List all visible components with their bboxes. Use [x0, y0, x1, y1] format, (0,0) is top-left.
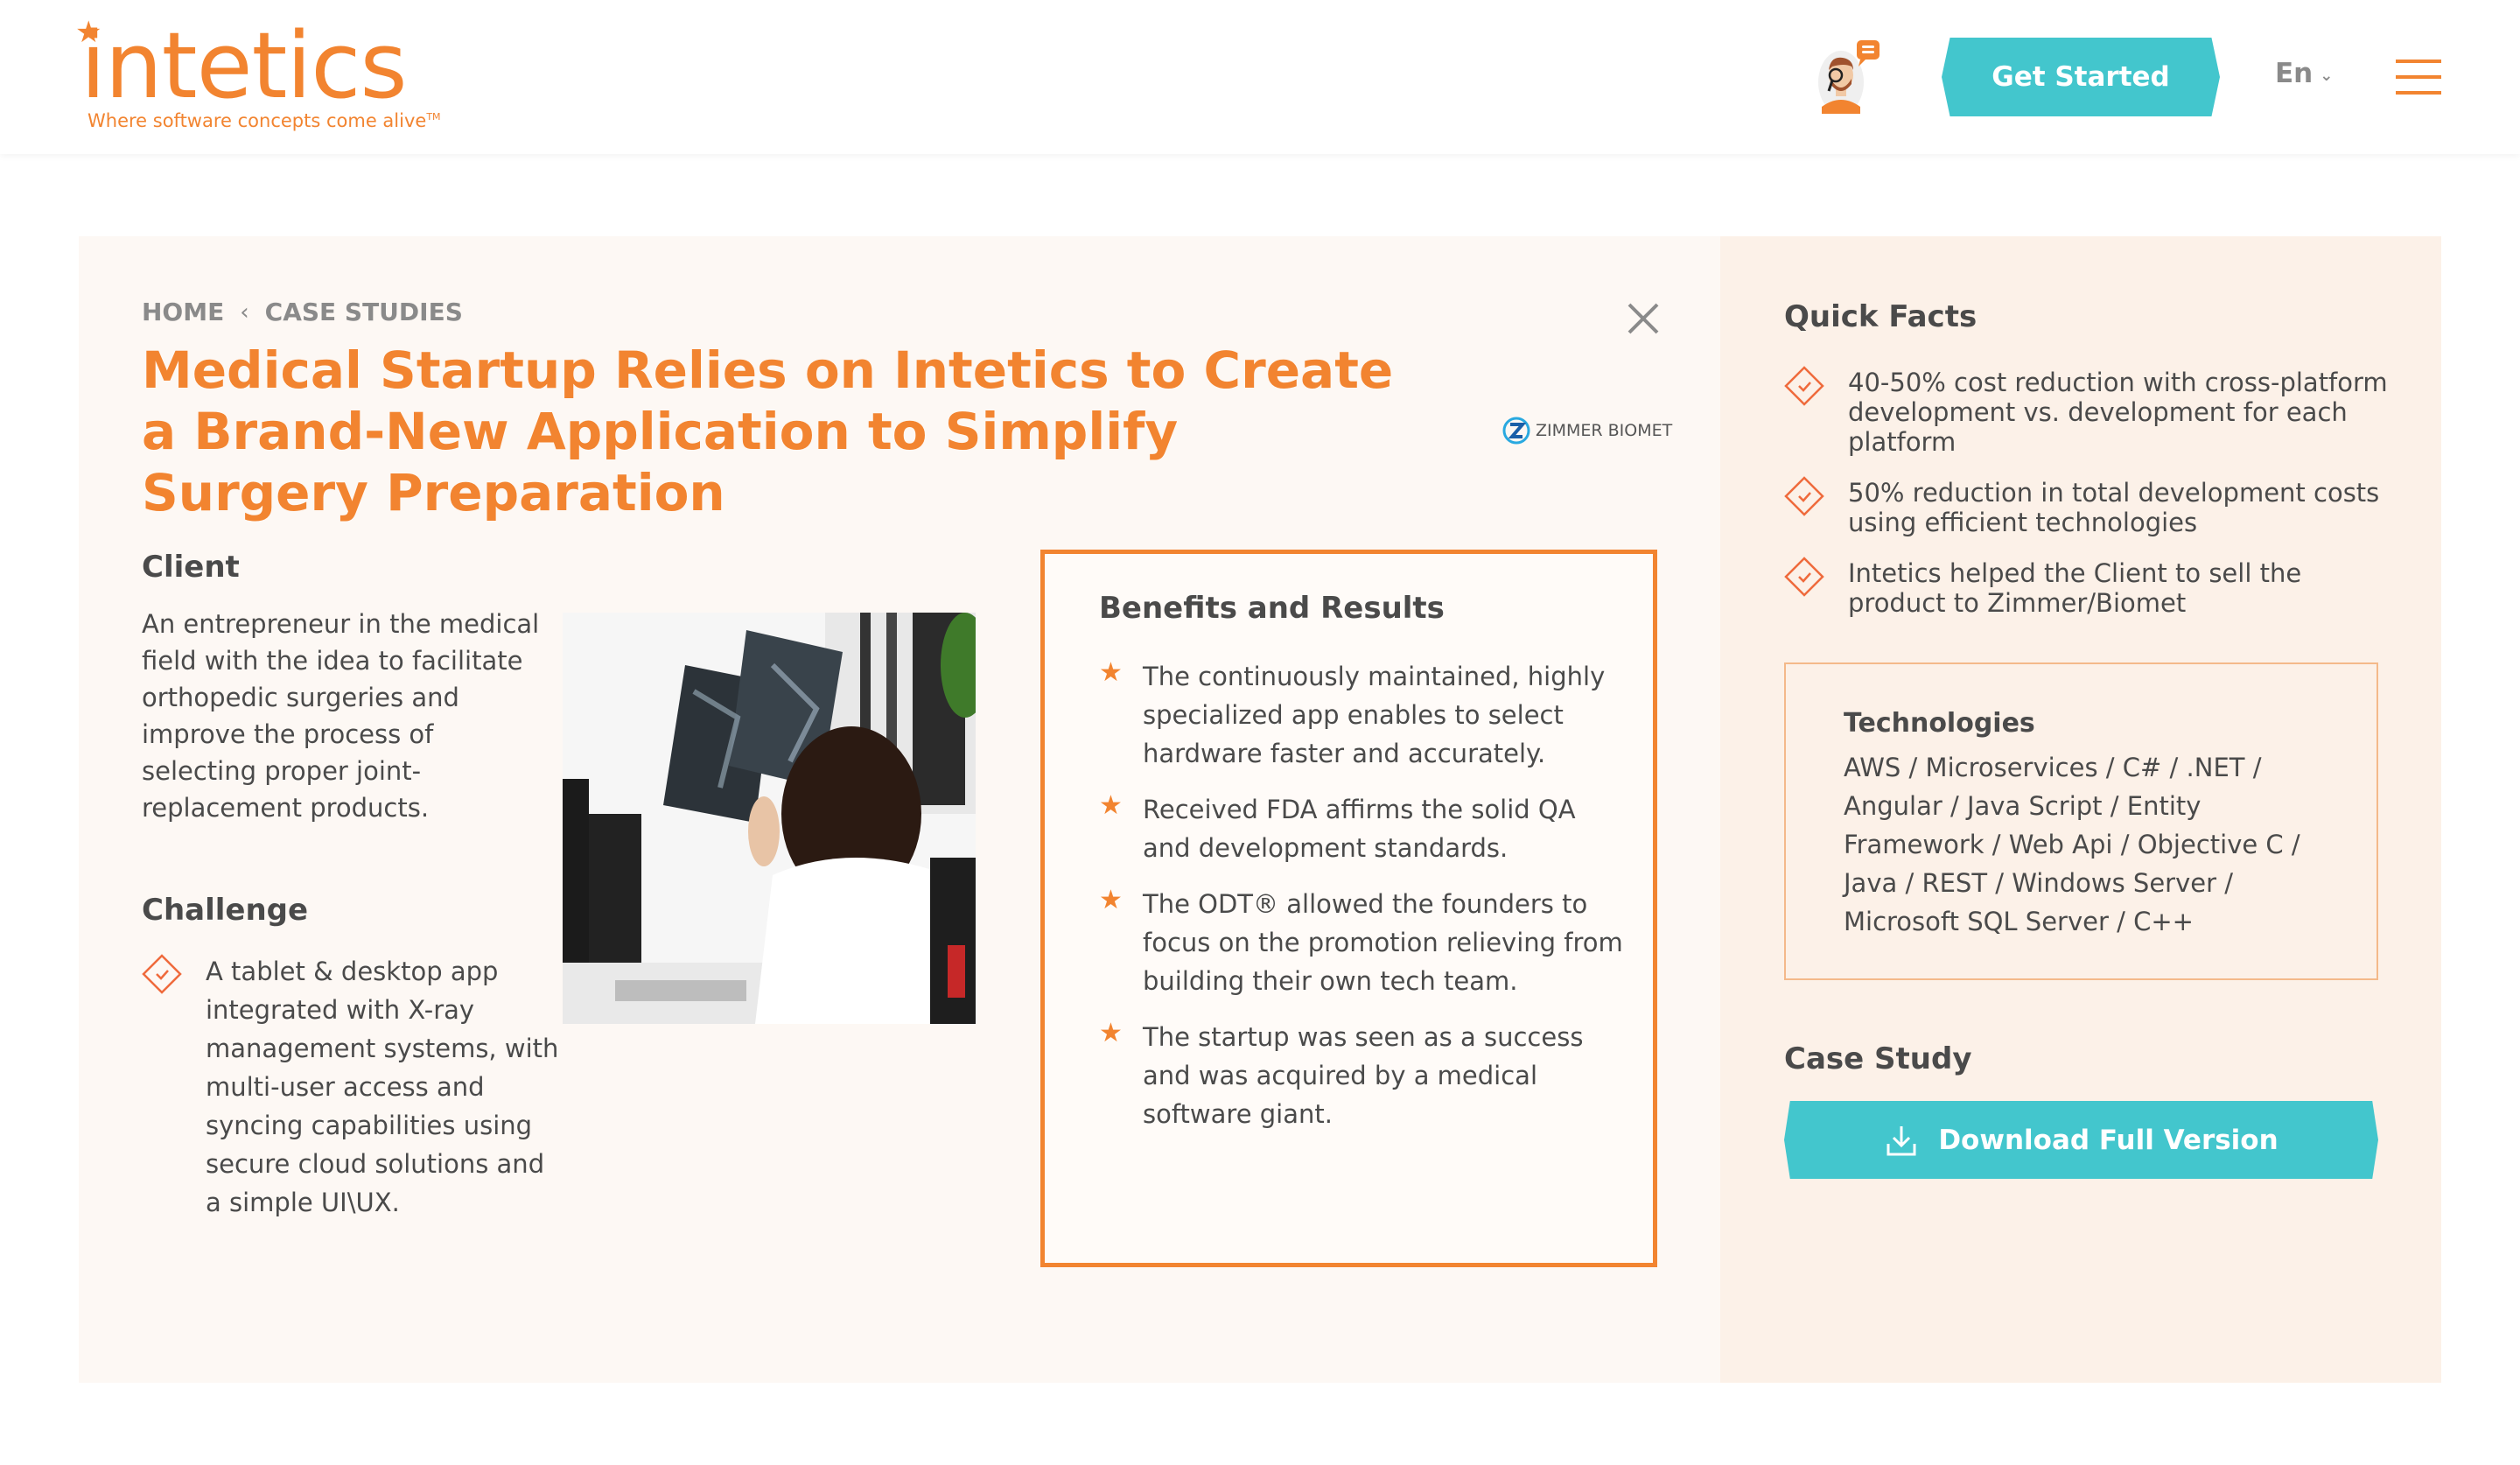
logo-tagline: Where software concepts come aliveTM [88, 110, 441, 131]
benefit-item-text: The ODT® allowed the founders to focus o… [1143, 889, 1623, 996]
challenge-list: A tablet & desktop app integrated with X… [142, 952, 562, 1222]
menu-button[interactable] [2396, 60, 2441, 95]
technologies-list: AWS / Microservices / C# / .NET / Angula… [1844, 753, 2300, 936]
diamond-check-icon [1784, 476, 1824, 516]
star-icon: ★ [1099, 885, 1123, 915]
diamond-check-icon [1784, 557, 1824, 597]
zimmer-biomet-logo-icon [1502, 417, 1530, 445]
challenge-heading: Challenge [142, 893, 309, 928]
intetics-logo[interactable]: ★ intetics Where software concepts come … [75, 12, 448, 140]
quick-facts-list: 40-50% cost reduction with cross-platfor… [1784, 366, 2397, 639]
quick-fact-text: 40-50% cost reduction with cross-platfor… [1848, 368, 2388, 457]
star-icon: ★ [1099, 657, 1123, 688]
close-icon [1628, 303, 1659, 334]
chevron-left-icon: ‹ [240, 298, 249, 326]
challenge-item: A tablet & desktop app integrated with X… [142, 952, 562, 1222]
hamburger-line [2396, 60, 2441, 63]
logo-wordmark: intetics [80, 12, 408, 119]
challenge-item-text: A tablet & desktop app integrated with X… [206, 957, 559, 1217]
technologies-box: Technologies AWS / Microservices / C# / … [1784, 662, 2378, 980]
breadcrumb: HOME ‹ CASE STUDIES [142, 298, 463, 326]
benefit-item: ★ The continuously maintained, highly spe… [1099, 657, 1624, 773]
diamond-check-icon [1784, 366, 1824, 406]
close-button[interactable] [1626, 301, 1661, 336]
language-label: En [2275, 58, 2314, 89]
quick-facts-heading: Quick Facts [1784, 299, 1978, 334]
breadcrumb-home[interactable]: HOME [142, 298, 224, 326]
case-study-heading: Case Study [1784, 1041, 1972, 1076]
trademark: TM [426, 111, 441, 123]
benefit-item-text: The startup was seen as a success and wa… [1143, 1022, 1584, 1129]
diamond-check-icon [142, 954, 182, 994]
site-header: ★ intetics Where software concepts come … [0, 0, 2520, 154]
quick-fact-text: 50% reduction in total development costs… [1848, 478, 2380, 537]
quick-fact-item: 50% reduction in total development costs… [1784, 476, 2397, 537]
benefits-box: Benefits and Results ★ The continuously m… [1040, 550, 1657, 1267]
quick-fact-text: Intetics helped the Client to sell the p… [1848, 558, 2302, 618]
page-title: Medical Startup Relies on Intetics to Cr… [142, 340, 1394, 522]
technologies-heading: Technologies [1844, 708, 2035, 739]
consultant-avatar-icon [1818, 40, 1880, 114]
download-full-version-button[interactable]: Download Full Version [1784, 1101, 2378, 1179]
client-description: An entrepreneur in the medical field wit… [142, 609, 540, 823]
benefit-item-text: The continuously maintained, highly spec… [1143, 662, 1606, 768]
benefit-item: ★ The ODT® allowed the founders to focus … [1099, 885, 1624, 1000]
logo-tagline-text: Where software concepts come alive [88, 110, 427, 131]
client-logo: ZIMMER BIOMET [1502, 417, 1672, 445]
benefit-item: ★ Received FDA affirms the solid QA and d… [1099, 790, 1624, 867]
quick-fact-item: Intetics helped the Client to sell the p… [1784, 557, 2397, 618]
hamburger-line [2396, 91, 2441, 95]
breadcrumb-case-studies[interactable]: CASE STUDIES [265, 298, 463, 326]
benefits-heading: Benefits and Results [1099, 591, 1445, 626]
quick-fact-item: 40-50% cost reduction with cross-platfor… [1784, 366, 2397, 457]
star-icon: ★ [1099, 1018, 1123, 1048]
doctor-xray-photo [563, 613, 976, 1024]
chevron-down-icon: ⌄ [2320, 66, 2334, 85]
chat-assistant-avatar[interactable] [1806, 37, 1885, 116]
hamburger-line [2396, 75, 2441, 79]
doctor-reviewing-xray-image [563, 613, 976, 1024]
download-label: Download Full Version [1938, 1124, 2278, 1156]
benefit-item: ★ The startup was seen as a success and w… [1099, 1018, 1624, 1133]
client-heading: Client [142, 550, 240, 585]
case-study-card: HOME ‹ CASE STUDIES Medical Startup Reli… [79, 236, 2441, 1383]
client-logo-text: ZIMMER BIOMET [1536, 421, 1673, 440]
benefits-list: ★ The continuously maintained, highly spe… [1099, 657, 1624, 1151]
star-icon: ★ [1099, 790, 1123, 821]
language-selector[interactable]: En ⌄ [2275, 58, 2333, 89]
get-started-button[interactable]: Get Started [1942, 38, 2220, 116]
download-icon [1886, 1125, 1916, 1155]
benefit-item-text: Received FDA affirms the solid QA and de… [1143, 795, 1576, 863]
